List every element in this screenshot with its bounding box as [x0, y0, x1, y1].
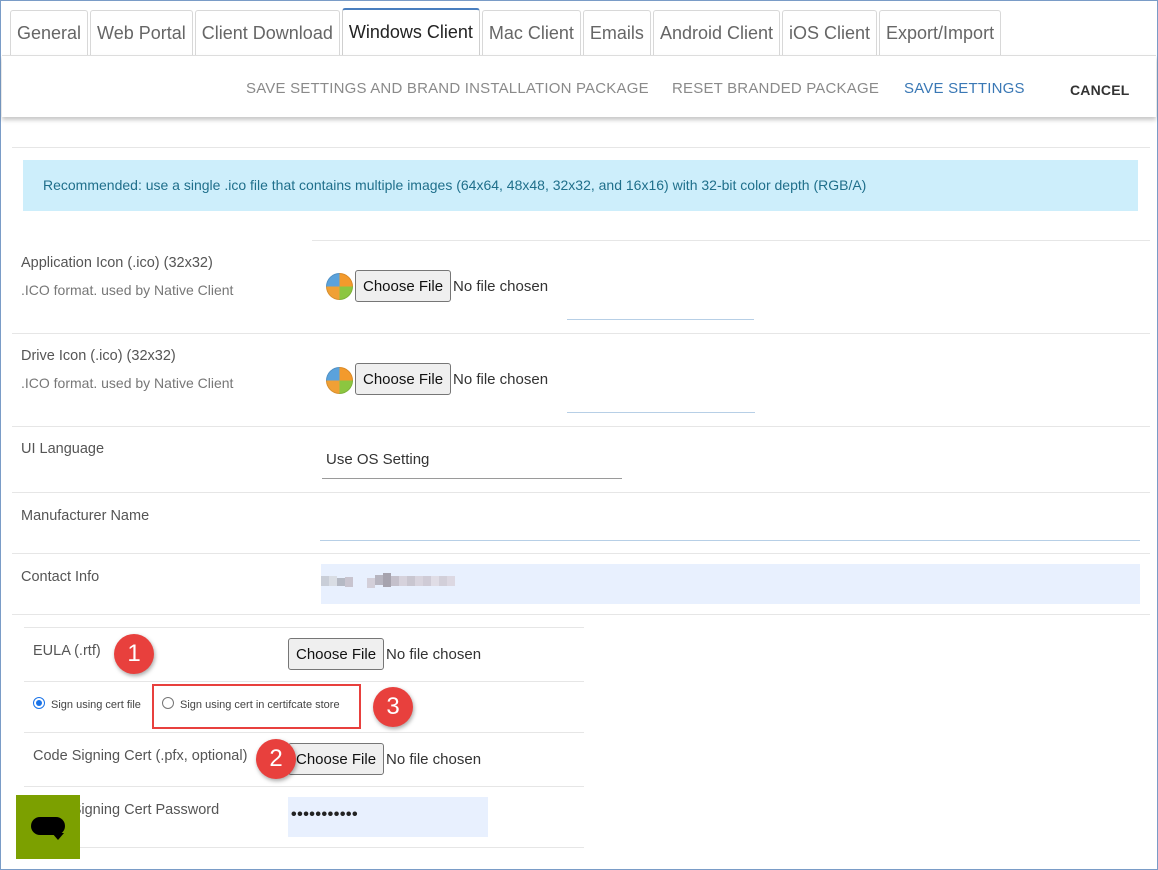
tab-windows-client[interactable]: Windows Client	[341, 8, 480, 55]
manufacturer-underline	[320, 540, 1140, 541]
ico-file-icon	[326, 367, 353, 394]
tab-export-import[interactable]: Export/Import	[879, 10, 1002, 55]
divider	[24, 732, 584, 733]
tab-android-client[interactable]: Android Client	[652, 10, 780, 55]
drive-icon-sublabel: .ICO format. used by Native Client	[21, 375, 234, 391]
divider	[312, 240, 1150, 241]
drive-icon-file-status: No file chosen	[453, 371, 549, 388]
save-and-brand-button[interactable]: SAVE SETTINGS AND BRAND INSTALLATION PAC…	[246, 80, 649, 97]
manufacturer-name-input[interactable]	[322, 512, 1138, 540]
divider	[24, 627, 584, 628]
divider	[12, 614, 1150, 615]
divider	[24, 847, 584, 848]
cancel-button[interactable]: CANCEL	[1070, 82, 1130, 98]
ico-file-icon	[326, 273, 353, 300]
sign-cert-store-radio[interactable]	[162, 697, 174, 709]
divider	[12, 553, 1150, 554]
code-signing-cert-file-status: No file chosen	[386, 751, 482, 768]
divider	[12, 333, 1150, 334]
callout-3: 3	[373, 687, 413, 727]
drive-icon-choose-file-button[interactable]: Choose File	[355, 363, 452, 395]
ui-language-select[interactable]: Use OS Setting	[326, 451, 429, 468]
code-signing-cert-label: Code Signing Cert (.pfx, optional)	[33, 748, 248, 764]
drive-icon-underline	[567, 412, 755, 413]
info-banner: Recommended: use a single .ico file that…	[23, 160, 1138, 211]
divider	[24, 786, 584, 787]
tab-mac-client[interactable]: Mac Client	[481, 10, 581, 55]
app-icon-underline	[567, 319, 754, 320]
app-icon-sublabel: .ICO format. used by Native Client	[21, 282, 234, 298]
app-icon-file-status: No file chosen	[453, 278, 549, 295]
sign-cert-store-label: Sign using cert in certifcate store	[180, 699, 340, 711]
eula-choose-file-button[interactable]: Choose File	[288, 638, 385, 670]
manufacturer-name-label: Manufacturer Name	[21, 508, 150, 524]
drive-icon-label: Drive Icon (.ico) (32x32)	[21, 348, 176, 364]
eula-label: EULA (.rtf)	[33, 643, 101, 659]
divider	[12, 426, 1150, 427]
contact-info-label: Contact Info	[21, 569, 100, 585]
ui-language-label: UI Language	[21, 441, 105, 457]
tab-client-download[interactable]: Client Download	[194, 10, 340, 55]
eula-file-status: No file chosen	[386, 646, 482, 663]
tab-bar: General Web Portal Client Download Windo…	[10, 8, 1003, 55]
ui-language-underline	[322, 478, 622, 479]
sign-cert-file-label: Sign using cert file	[51, 699, 141, 711]
toolbar: SAVE SETTINGS AND BRAND INSTALLATION PAC…	[2, 55, 1156, 117]
app-icon-label: Application Icon (.ico) (32x32)	[21, 255, 213, 271]
divider	[12, 147, 1150, 148]
cert-password-value: •••••••••••	[291, 806, 359, 823]
save-settings-button[interactable]: SAVE SETTINGS	[904, 80, 1025, 97]
chat-widget-button[interactable]	[16, 795, 80, 859]
tab-general[interactable]: General	[10, 10, 89, 55]
callout-2: 2	[256, 739, 296, 779]
window-frame	[0, 0, 1158, 870]
app-icon-choose-file-button[interactable]: Choose File	[355, 270, 452, 302]
tab-web-portal[interactable]: Web Portal	[90, 10, 193, 55]
reset-branded-package-button[interactable]: RESET BRANDED PACKAGE	[672, 80, 879, 97]
divider	[24, 681, 584, 682]
contact-info-input[interactable]	[321, 564, 1140, 604]
tab-emails[interactable]: Emails	[582, 10, 651, 55]
sign-cert-file-radio[interactable]	[33, 697, 45, 709]
divider	[12, 492, 1150, 493]
tab-ios-client[interactable]: iOS Client	[782, 10, 878, 55]
callout-1: 1	[114, 634, 154, 674]
code-signing-cert-choose-file-button[interactable]: Choose File	[288, 743, 385, 775]
